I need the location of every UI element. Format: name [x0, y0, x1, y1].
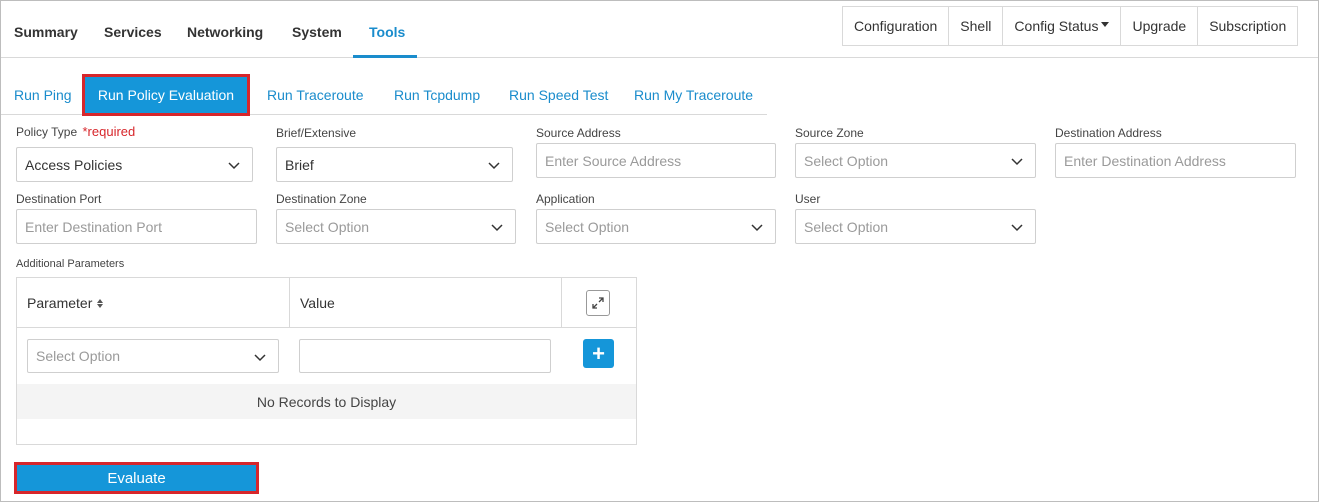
value-field[interactable]	[299, 339, 551, 373]
destination-address-field[interactable]	[1055, 143, 1296, 178]
destination-zone-value: Select Option	[285, 218, 370, 235]
upgrade-button[interactable]: Upgrade	[1121, 7, 1199, 45]
evaluate-button-label: Evaluate	[107, 469, 166, 487]
chevron-down-icon	[491, 224, 503, 232]
config-status-label: Config Status	[1014, 18, 1099, 34]
chevron-down-icon	[1011, 224, 1023, 232]
source-address-label: Source Address	[536, 126, 621, 140]
tools-subtabs: Run Ping Run Policy Evaluation Run Trace…	[1, 74, 767, 116]
source-address-input[interactable]	[545, 152, 775, 169]
tab-networking[interactable]: Networking	[187, 24, 263, 40]
tab-tools[interactable]: Tools	[369, 24, 405, 40]
table-header: Parameter Value	[17, 278, 636, 328]
chevron-down-icon	[488, 162, 500, 170]
value-input[interactable]	[308, 348, 550, 364]
destination-port-input[interactable]	[25, 218, 256, 235]
shell-button-label: Shell	[960, 18, 992, 34]
subtab-run-policy-evaluation[interactable]: Run Policy Evaluation	[82, 74, 250, 116]
subtab-run-traceroute[interactable]: Run Traceroute	[267, 87, 364, 103]
chevron-down-icon	[1011, 158, 1023, 166]
parameter-select-value: Select Option	[36, 348, 121, 364]
active-tab-indicator	[353, 55, 417, 58]
subtab-run-ping[interactable]: Run Ping	[14, 87, 72, 103]
user-label: User	[795, 192, 821, 206]
chevron-down-icon	[228, 162, 240, 170]
tab-system[interactable]: System	[292, 24, 342, 40]
parameter-column-header[interactable]: Parameter	[27, 278, 104, 328]
parameter-column-label: Parameter	[27, 295, 93, 311]
user-select[interactable]: Select Option	[795, 209, 1036, 244]
application-select[interactable]: Select Option	[536, 209, 776, 244]
policy-type-label-text: Policy Type	[16, 125, 78, 139]
tab-services[interactable]: Services	[104, 24, 162, 40]
application-label: Application	[536, 192, 595, 206]
value-column-header: Value	[300, 278, 335, 328]
subscription-button-label: Subscription	[1209, 18, 1287, 34]
subtab-run-my-traceroute[interactable]: Run My Traceroute	[634, 87, 753, 103]
user-value: Select Option	[804, 218, 889, 235]
source-address-field[interactable]	[536, 143, 776, 178]
tab-summary[interactable]: Summary	[14, 24, 78, 40]
application-value: Select Option	[545, 218, 630, 235]
upgrade-button-label: Upgrade	[1132, 18, 1187, 34]
plus-icon: +	[592, 340, 605, 366]
policy-type-select[interactable]: Access Policies	[16, 147, 253, 182]
add-parameter-button[interactable]: +	[583, 339, 614, 368]
destination-zone-select[interactable]: Select Option	[276, 209, 516, 244]
header-button-group: Configuration Shell Config Status Upgrad…	[842, 6, 1299, 46]
required-indicator: *required	[82, 124, 136, 139]
evaluate-button[interactable]: Evaluate	[14, 462, 259, 494]
caret-down-icon	[1101, 21, 1110, 27]
subtab-run-speed-test[interactable]: Run Speed Test	[509, 87, 608, 103]
expand-icon	[592, 297, 604, 309]
expand-button[interactable]	[586, 290, 610, 316]
source-zone-value: Select Option	[804, 152, 889, 169]
configuration-button-label: Configuration	[854, 18, 938, 34]
shell-button[interactable]: Shell	[949, 7, 1004, 45]
policy-type-label: Policy Type *required	[16, 124, 135, 139]
subscription-button[interactable]: Subscription	[1198, 7, 1298, 45]
policy-type-value: Access Policies	[25, 156, 123, 173]
additional-parameters-table: Parameter Value Select Option + No Recor…	[16, 277, 637, 445]
parameter-select[interactable]: Select Option	[27, 339, 279, 373]
additional-parameters-label: Additional Parameters	[16, 258, 125, 270]
subtab-run-tcpdump[interactable]: Run Tcpdump	[394, 87, 480, 103]
column-divider	[289, 278, 290, 328]
sort-icon	[97, 298, 104, 308]
destination-port-label: Destination Port	[16, 192, 102, 206]
value-column-label: Value	[300, 295, 335, 311]
brief-extensive-select[interactable]: Brief	[276, 147, 513, 182]
brief-extensive-label: Brief/Extensive	[276, 126, 357, 140]
destination-zone-label: Destination Zone	[276, 192, 367, 206]
brief-extensive-value: Brief	[285, 156, 314, 173]
chevron-down-icon	[254, 354, 266, 362]
chevron-down-icon	[751, 224, 763, 232]
destination-address-input[interactable]	[1064, 152, 1295, 169]
empty-state: No Records to Display	[17, 384, 636, 419]
column-divider	[561, 278, 562, 328]
destination-address-label: Destination Address	[1055, 126, 1162, 140]
destination-port-field[interactable]	[16, 209, 257, 244]
top-navigation: Summary Services Networking System Tools…	[1, 1, 1318, 58]
config-status-dropdown[interactable]: Config Status	[1003, 7, 1122, 45]
configuration-button[interactable]: Configuration	[843, 7, 950, 45]
source-zone-label: Source Zone	[795, 126, 864, 140]
source-zone-select[interactable]: Select Option	[795, 143, 1036, 178]
